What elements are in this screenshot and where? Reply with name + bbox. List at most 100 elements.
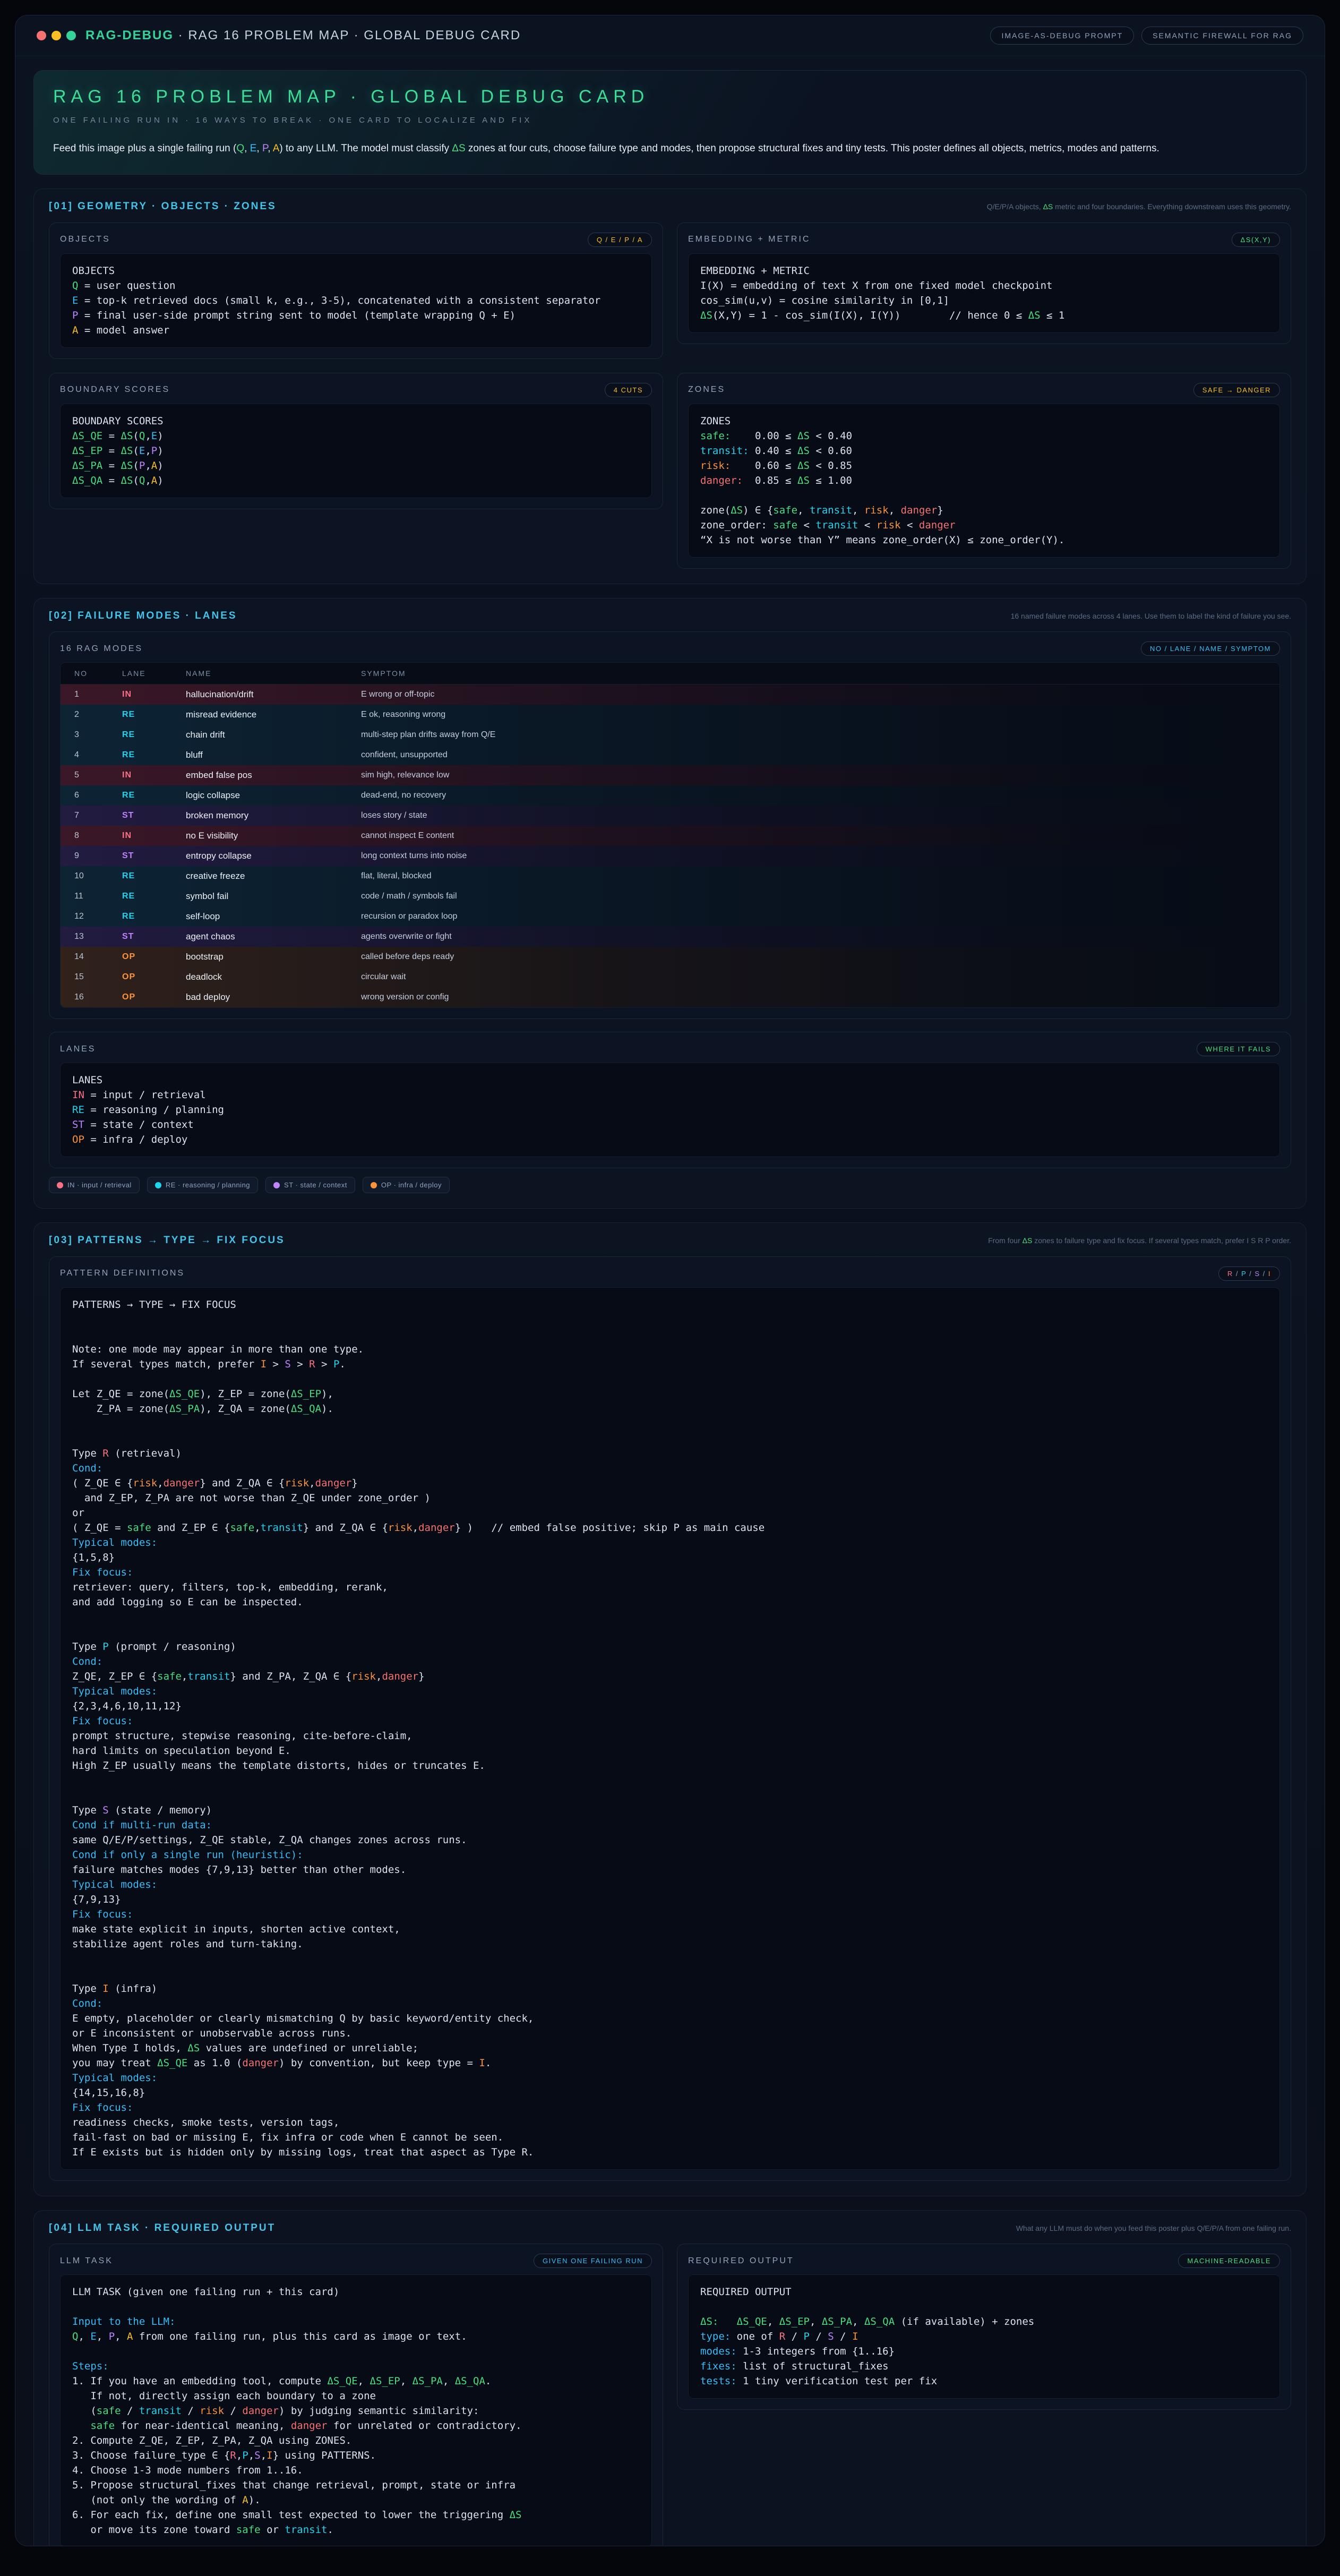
code-line: 6. For each fix, define one small test e…: [72, 2507, 640, 2522]
code-line: hard limits on speculation beyond E.: [72, 1743, 1268, 1758]
code-line: OP = infra / deploy: [72, 1132, 1268, 1147]
code-line: EMBEDDING + METRIC: [700, 263, 1268, 278]
cell-no: 14: [74, 952, 122, 962]
debug-card: RAG-DEBUG · RAG 16 PROBLEM MAP · GLOBAL …: [15, 15, 1325, 2546]
cell-no: 13: [74, 932, 122, 942]
lane-dot-icon: [273, 1182, 280, 1188]
window-dot-green-icon: [66, 31, 76, 40]
code-line: {14,15,16,8}: [72, 2085, 1268, 2100]
cell-no: 2: [74, 710, 122, 720]
panel-task-badge: GIVEN ONE FAILING RUN: [534, 2254, 652, 2268]
lane-dot-icon: [155, 1182, 161, 1188]
code-line: E = top-k retrieved docs (small k, e.g.,…: [72, 293, 640, 308]
code-line: Cond:: [72, 1996, 1268, 2011]
zones-code-block: ZONESsafe: 0.00 ≤ ΔS < 0.40transit: 0.40…: [688, 404, 1280, 558]
code-line: and Z_EP, Z_PA are not worse than Z_QE u…: [72, 1491, 1268, 1505]
code-line: REQUIRED OUTPUT: [700, 2284, 1268, 2299]
cell-sym: agents overwrite or fight: [361, 932, 1279, 942]
code-line: When Type I holds, ΔS values are undefin…: [72, 2041, 1268, 2056]
cell-sym: code / math / symbols fail: [361, 892, 1279, 901]
code-line: (not only the wording of A).: [72, 2493, 640, 2507]
code-line: OBJECTS: [72, 263, 640, 278]
cell-lane: RE: [122, 912, 186, 921]
code-line: 5. Propose structural_fixes that change …: [72, 2478, 640, 2493]
section-geometry-head: [01] GEOMETRY · OBJECTS · ZONES Q/E/P/A …: [49, 201, 1291, 212]
section-llm-task-title: [04] LLM TASK · REQUIRED OUTPUT: [49, 2222, 276, 2234]
code-line: 2. Compute Z_QE, Z_EP, Z_PA, Z_QA using …: [72, 2433, 640, 2448]
code-line: fail-fast on bad or missing E, fix infra…: [72, 2130, 1268, 2145]
section-llm-task: [04] LLM TASK · REQUIRED OUTPUT What any…: [33, 2210, 1307, 2546]
code-line: Let Z_QE = zone(ΔS_QE), Z_EP = zone(ΔS_E…: [72, 1387, 1268, 1401]
code-line: Z_QE, Z_EP ∈ {safe,transit} and Z_PA, Z_…: [72, 1669, 1268, 1684]
code-line: LLM TASK (given one failing run + this c…: [72, 2284, 640, 2299]
cell-name: logic collapse: [186, 790, 361, 801]
lane-legend-label: IN · input / retrieval: [67, 1181, 132, 1189]
code-line: Z_PA = zone(ΔS_PA), Z_QA = zone(ΔS_QA).: [72, 1401, 1268, 1416]
panel-objects: OBJECTS Q / E / P / A OBJECTSQ = user qu…: [49, 222, 663, 359]
section-failure-modes: [02] FAILURE MODES · LANES 16 named fail…: [33, 598, 1307, 1209]
cell-sym: flat, literal, blocked: [361, 871, 1279, 881]
table-row: 15OPdeadlockcircular wait: [61, 967, 1279, 987]
cell-lane: RE: [122, 791, 186, 800]
panel-task-title: LLM TASK: [60, 2256, 113, 2266]
cell-no: 1: [74, 690, 122, 699]
code-line: E empty, placeholder or clearly mismatch…: [72, 2011, 1268, 2026]
cell-no: 10: [74, 871, 122, 881]
code-line: Type I (infra): [72, 1981, 1268, 1996]
code-line: IN = input / retrieval: [72, 1088, 1268, 1102]
cell-lane: OP: [122, 992, 186, 1002]
panel-patterns-title: PATTERN DEFINITIONS: [60, 1269, 185, 1278]
cell-no: 3: [74, 730, 122, 740]
code-line: Cond if multi-run data:: [72, 1818, 1268, 1833]
panel-boundary-title: BOUNDARY SCORES: [60, 385, 170, 395]
cell-sym: E ok, reasoning wrong: [361, 710, 1279, 720]
cell-name: bad deploy: [186, 992, 361, 1003]
cell-lane: IN: [122, 831, 186, 841]
code-line: [72, 1773, 1268, 1788]
panel-16-rag-modes: 16 RAG MODES NO / LANE / NAME / SYMPTOM …: [49, 631, 1291, 1019]
cell-no: 11: [74, 892, 122, 901]
code-line: ΔS_QE = ΔS(Q,E): [72, 429, 640, 443]
panel-lanes: LANES WHERE IT FAILS LANESIN = input / r…: [49, 1032, 1291, 1168]
section-failure-modes-note: 16 named failure modes across 4 lanes. U…: [1011, 610, 1291, 622]
code-line: Fix focus:: [72, 1714, 1268, 1728]
section-llm-task-note: What any LLM must do when you feed this …: [1016, 2222, 1291, 2234]
code-line: ΔS: ΔS_QE, ΔS_EP, ΔS_PA, ΔS_QA (if avail…: [700, 2314, 1268, 2329]
geometry-grid: OBJECTS Q / E / P / A OBJECTSQ = user qu…: [49, 222, 1291, 569]
code-line: you may treat ΔS_QE as 1.0 (danger) by c…: [72, 2056, 1268, 2070]
panel-objects-badge: Q / E / P / A: [588, 233, 652, 247]
cell-sym: loses story / state: [361, 811, 1279, 820]
cell-name: entropy collapse: [186, 851, 361, 861]
cell-name: misread evidence: [186, 709, 361, 720]
code-line: [72, 2299, 640, 2314]
code-line: and add logging so E can be inspected.: [72, 1595, 1268, 1610]
panel-modes-title: 16 RAG MODES: [60, 644, 143, 654]
modes-table-body: 1INhallucination/driftE wrong or off-top…: [61, 684, 1279, 1007]
cell-sym: dead-end, no recovery: [361, 791, 1279, 800]
code-line: [72, 1327, 1268, 1342]
topbar-title-rest: · RAG 16 PROBLEM MAP · GLOBAL DEBUG CARD: [174, 28, 521, 42]
code-line: [72, 1416, 1268, 1431]
code-line: safe for near-identical meaning, danger …: [72, 2418, 640, 2433]
lane-dot-icon: [371, 1182, 377, 1188]
table-row: 5INembed false possim high, relevance lo…: [61, 765, 1279, 785]
task-code-block: LLM TASK (given one failing run + this c…: [60, 2274, 652, 2546]
code-line: zone(ΔS) ∈ {safe, transit, risk, danger}: [700, 503, 1268, 518]
code-line: Fix focus:: [72, 1907, 1268, 1922]
lane-legend-label: OP · infra / deploy: [381, 1181, 442, 1189]
code-line: [72, 1312, 1268, 1327]
table-row: 11REsymbol failcode / math / symbols fai…: [61, 886, 1279, 906]
code-line: Fix focus:: [72, 2100, 1268, 2115]
cell-name: embed false pos: [186, 770, 361, 781]
table-row: 8INno E visibilitycannot inspect E conte…: [61, 826, 1279, 846]
cell-no: 16: [74, 992, 122, 1002]
code-line: [72, 2344, 640, 2359]
code-line: Typical modes:: [72, 1684, 1268, 1699]
cell-sym: circular wait: [361, 972, 1279, 982]
code-line: Type S (state / memory): [72, 1803, 1268, 1818]
cell-lane: RE: [122, 710, 186, 720]
cell-lane: IN: [122, 771, 186, 780]
section-geometry-note: Q/E/P/A objects, ΔS metric and four boun…: [987, 201, 1291, 212]
lane-legend: IN · input / retrievalRE · reasoning / p…: [49, 1177, 1291, 1193]
objects-code-block: OBJECTSQ = user questionE = top-k retrie…: [60, 253, 652, 348]
